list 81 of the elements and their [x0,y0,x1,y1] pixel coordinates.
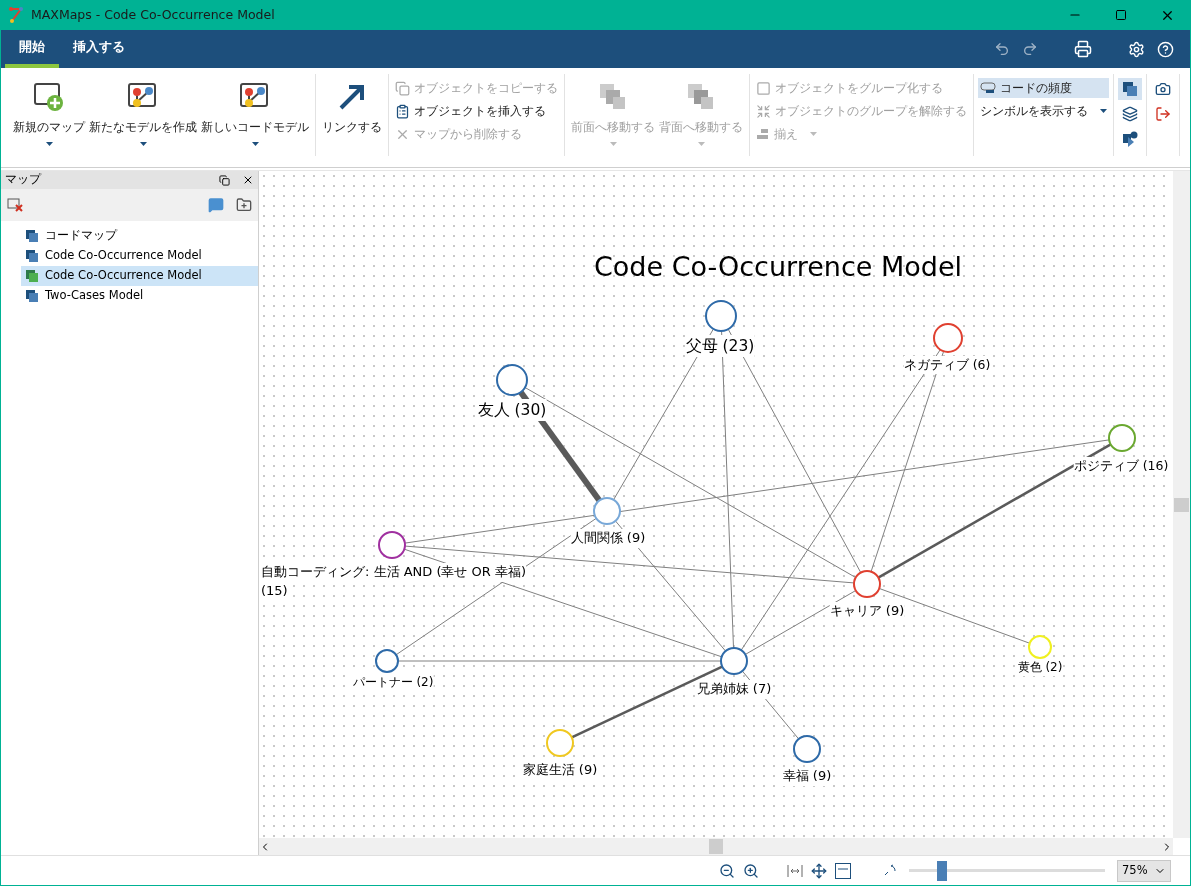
map-icon [25,249,39,263]
map-icon [25,289,39,303]
fit-width-icon[interactable] [787,863,803,878]
align-icon [756,128,770,140]
panel-title: マップ [5,171,41,189]
code-node[interactable] [933,323,963,353]
map-list-item[interactable]: コードマップ [21,226,258,246]
node-label: 人間関係 (9) [570,529,646,548]
layers-icon [598,82,628,112]
maximize-icon [1115,9,1127,21]
node-label: 幸福 (9) [782,767,832,786]
new-map-icon [33,82,65,112]
ribbon-button[interactable]: リンクする [320,78,384,154]
new-folder-icon[interactable] [236,197,252,213]
caret-icon [697,142,705,146]
layers-icon [686,82,716,112]
zoom-slider[interactable] [909,860,1105,881]
ribbon-button[interactable]: 新しいコードモデル [199,78,311,154]
caret-icon [139,142,147,146]
node-label: 自動コーディング: 生活 AND (幸せ OR 幸福) [261,563,527,582]
code-node[interactable] [793,735,821,763]
code-node[interactable] [1108,424,1136,452]
caret-icon [251,142,259,146]
print-icon[interactable] [1074,40,1092,58]
tag-icon [980,82,996,94]
menu-tab[interactable]: 開始 [5,30,59,68]
map-list-item[interactable]: Two-Cases Model [21,286,258,306]
scrollbar-thumb[interactable] [1174,497,1189,512]
node-label: 黄色 (2) [1017,659,1063,677]
arrow-icon [337,82,367,112]
ribbon-button[interactable]: 新たなモデルを作成 [87,78,199,154]
map-title: Code Co-Occurrence Model [593,250,963,284]
ribbon-button[interactable]: 新規のマップ [11,78,87,154]
code-node[interactable] [705,300,737,332]
horizontal-scrollbar[interactable] [259,838,1173,855]
delete-map-icon[interactable] [7,198,23,212]
copy-icon [395,80,410,96]
ribbon-button[interactable]: オブジェクトを挿入する [393,101,560,121]
app-logo-icon [9,7,23,23]
code-node[interactable] [593,497,621,525]
node-label: 父母 (23) [685,335,755,358]
close-icon[interactable] [242,174,254,186]
clipboard-icon [395,103,410,119]
zoom-dropdown[interactable]: 75% [1117,859,1171,882]
menu-tab[interactable]: 挿入する [59,30,139,68]
copy-pages-icon[interactable] [1118,78,1142,100]
map-list-item[interactable]: Code Co-Occurrence Model [21,266,258,286]
caret-icon [810,132,817,136]
ribbon-button[interactable]: シンボルを表示する [978,101,1109,121]
group-icon [756,80,771,96]
vertical-scrollbar[interactable] [1173,171,1190,838]
map-icon [25,269,39,283]
help-icon[interactable] [1157,40,1174,58]
node-label: 友人 (30) [477,399,547,422]
caret-icon [1100,109,1107,113]
slider-thumb[interactable] [936,860,947,881]
window-title: MAXMaps - Code Co-Occurrence Model [31,5,275,24]
undo-icon[interactable] [994,41,1010,57]
caret-icon [45,142,53,146]
actual-size-icon[interactable] [835,862,851,879]
node-label: 兄弟姉妹 (7) [696,680,772,699]
scrollbar-thumb[interactable] [709,839,723,854]
settings-icon[interactable] [1128,40,1145,58]
ribbon-button[interactable]: コードの頻度 [978,78,1109,98]
code-node[interactable] [720,647,748,675]
map-list-item[interactable]: Code Co-Occurrence Model [21,246,258,266]
code-node[interactable] [496,364,528,396]
float-icon[interactable] [219,174,230,186]
caret-icon [609,142,617,146]
fit-page-icon[interactable] [811,862,827,879]
node-label: ネガティブ (6) [903,356,991,375]
redo-icon[interactable] [1022,41,1038,57]
node-label: 家庭生活 (9) [522,761,598,780]
ungroup-icon [756,103,771,119]
code-node[interactable] [375,649,399,673]
code-node[interactable] [378,531,406,559]
map-icon [25,229,39,243]
zoom-in-icon[interactable] [743,862,759,879]
comment-icon[interactable] [208,197,224,213]
zoom-out-icon[interactable] [719,862,735,879]
code-node[interactable] [853,570,881,598]
